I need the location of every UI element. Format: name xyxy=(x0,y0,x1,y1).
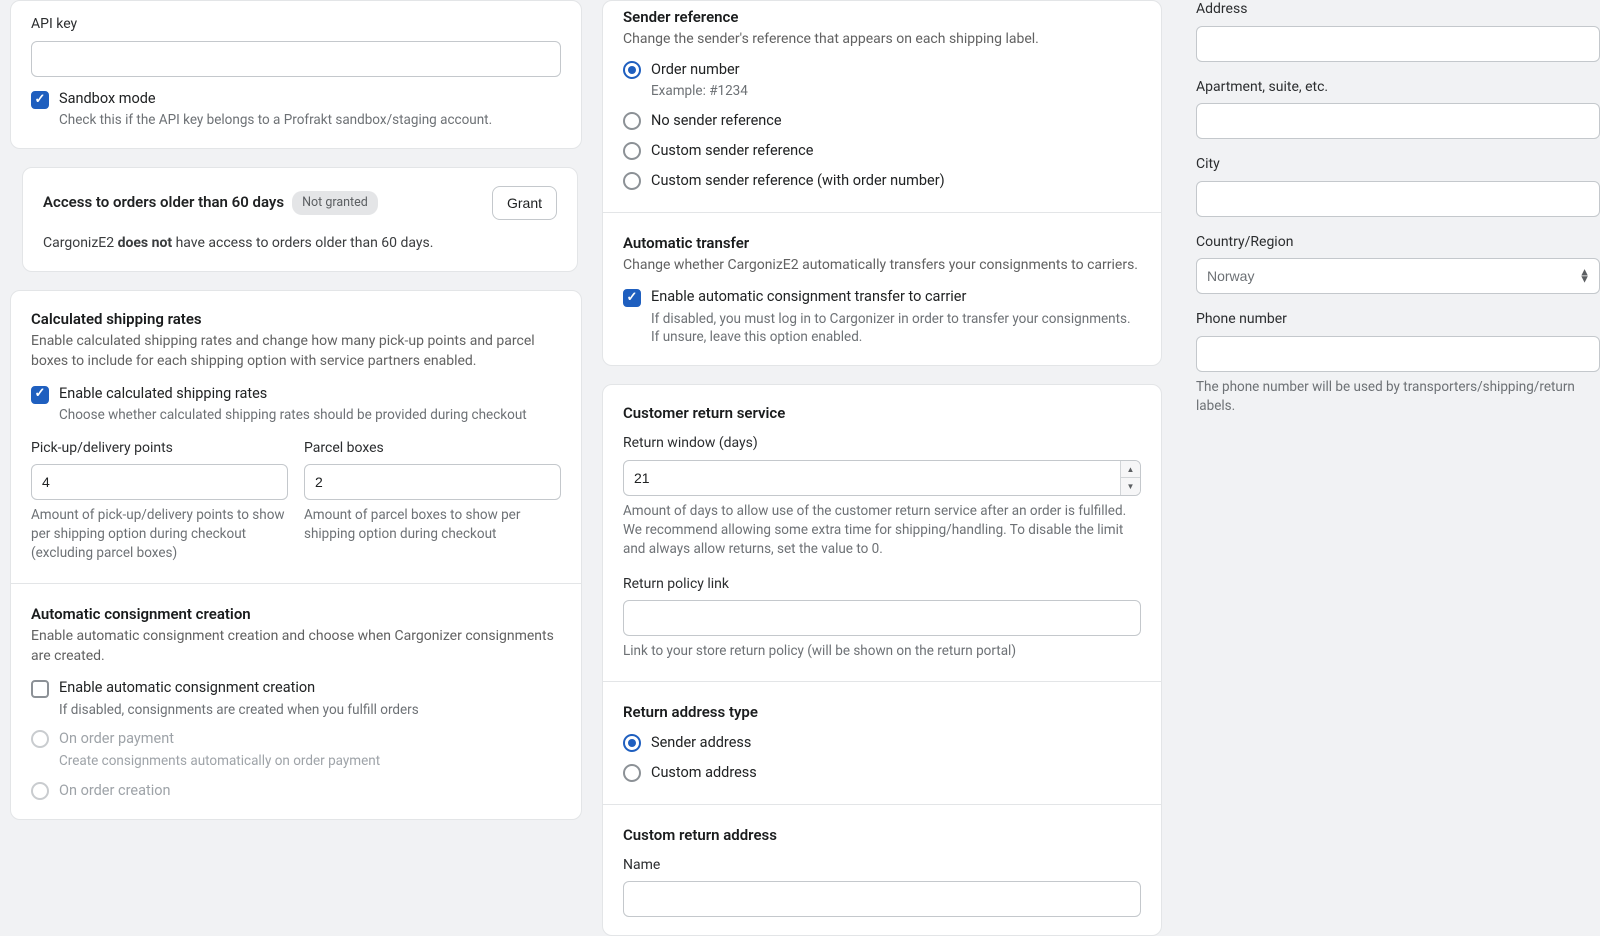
chevron-up-icon[interactable]: ▲ xyxy=(1121,461,1140,479)
auto-transfer-desc: Change whether CargonizE2 automatically … xyxy=(623,256,1141,276)
auto-consign-desc: Enable automatic consignment creation an… xyxy=(31,627,561,666)
sender-ref-card: Sender reference Change the sender's ref… xyxy=(602,0,1162,366)
return-addr-sender-radio[interactable] xyxy=(623,734,641,752)
on-order-creation-radio xyxy=(31,782,49,800)
sandbox-label: Sandbox mode xyxy=(59,89,561,109)
return-window-label: Return window (days) xyxy=(623,434,1141,454)
enable-auto-transfer-help: If disabled, you must log in to Cargoniz… xyxy=(651,310,1141,348)
sender-ref-order-radio[interactable] xyxy=(623,61,641,79)
grant-button[interactable]: Grant xyxy=(492,186,557,220)
api-key-card: API key Sandbox mode Check this if the A… xyxy=(10,0,582,149)
phone-label: Phone number xyxy=(1196,310,1600,330)
enable-auto-consign-label: Enable automatic consignment creation xyxy=(59,678,561,698)
return-service-title: Customer return service xyxy=(623,403,1141,424)
access-title-row: Access to orders older than 60 days Not … xyxy=(43,191,378,215)
parcel-boxes-label: Parcel boxes xyxy=(304,439,561,459)
sender-ref-title: Sender reference xyxy=(623,7,1141,28)
chevron-down-icon[interactable]: ▼ xyxy=(1121,478,1140,495)
parcel-boxes-help: Amount of parcel boxes to show per shipp… xyxy=(304,506,561,544)
custom-return-addr-title: Custom return address xyxy=(623,825,1141,846)
pickup-points-input[interactable] xyxy=(31,464,288,500)
phone-help: The phone number will be used by transpo… xyxy=(1196,378,1600,416)
access-text: CargonizE2 does not have access to order… xyxy=(43,234,557,254)
country-label: Country/Region xyxy=(1196,233,1600,253)
sandbox-checkbox[interactable] xyxy=(31,91,49,109)
api-key-label: API key xyxy=(31,15,561,35)
pickup-points-label: Pick-up/delivery points xyxy=(31,439,288,459)
auto-consign-title: Automatic consignment creation xyxy=(31,604,561,625)
parcel-boxes-input[interactable] xyxy=(304,464,561,500)
sender-ref-custom-label: Custom sender reference xyxy=(651,141,1141,161)
access-badge: Not granted xyxy=(292,191,378,215)
enable-auto-consign-help: If disabled, consignments are created wh… xyxy=(59,701,561,720)
sender-ref-order-help: Example: #1234 xyxy=(651,82,1141,101)
return-addr-type-title: Return address type xyxy=(623,702,1141,723)
rates-card: Calculated shipping rates Enable calcula… xyxy=(10,290,582,820)
return-policy-input[interactable] xyxy=(623,600,1141,636)
sender-ref-custom-order-label: Custom sender reference (with order numb… xyxy=(651,171,1141,191)
return-window-input[interactable] xyxy=(623,460,1141,496)
return-addr-sender-label: Sender address xyxy=(651,733,1141,753)
custom-return-name-input[interactable] xyxy=(623,881,1141,917)
return-window-help: Amount of days to allow use of the custo… xyxy=(623,502,1141,559)
calc-rates-desc: Enable calculated shipping rates and cha… xyxy=(31,332,561,371)
api-key-input[interactable] xyxy=(31,41,561,77)
calc-rates-title: Calculated shipping rates xyxy=(31,309,561,330)
sender-ref-desc: Change the sender's reference that appea… xyxy=(623,30,1141,50)
right-address-block: Address Apartment, suite, etc. City Coun… xyxy=(1196,0,1600,432)
address-input[interactable] xyxy=(1196,26,1600,62)
sender-ref-none-label: No sender reference xyxy=(651,111,1141,131)
return-service-card: Customer return service Return window (d… xyxy=(602,384,1162,936)
auto-transfer-title: Automatic transfer xyxy=(623,233,1141,254)
enable-calc-rates-label: Enable calculated shipping rates xyxy=(59,384,561,404)
on-order-payment-label: On order payment xyxy=(59,729,561,749)
enable-auto-transfer-label: Enable automatic consignment transfer to… xyxy=(651,287,1141,307)
access-card: Access to orders older than 60 days Not … xyxy=(22,167,578,273)
on-order-payment-radio xyxy=(31,730,49,748)
apartment-input[interactable] xyxy=(1196,103,1600,139)
return-window-stepper[interactable]: ▲ ▼ xyxy=(1120,461,1140,495)
on-order-payment-help: Create consignments automatically on ord… xyxy=(59,752,561,771)
sandbox-help: Check this if the API key belongs to a P… xyxy=(59,111,561,130)
enable-auto-transfer-checkbox[interactable] xyxy=(623,289,641,307)
return-policy-label: Return policy link xyxy=(623,575,1141,595)
on-order-creation-label: On order creation xyxy=(59,781,561,801)
country-select[interactable] xyxy=(1196,258,1600,294)
return-addr-custom-radio[interactable] xyxy=(623,764,641,782)
return-policy-help: Link to your store return policy (will b… xyxy=(623,642,1141,661)
apartment-label: Apartment, suite, etc. xyxy=(1196,78,1600,98)
custom-return-name-label: Name xyxy=(623,856,1141,876)
address-label: Address xyxy=(1196,0,1600,20)
pickup-points-help: Amount of pick-up/delivery points to sho… xyxy=(31,506,288,563)
sender-ref-custom-radio[interactable] xyxy=(623,142,641,160)
return-addr-custom-label: Custom address xyxy=(651,763,1141,783)
sender-ref-custom-order-radio[interactable] xyxy=(623,172,641,190)
city-label: City xyxy=(1196,155,1600,175)
city-input[interactable] xyxy=(1196,181,1600,217)
enable-calc-rates-checkbox[interactable] xyxy=(31,386,49,404)
sender-ref-none-radio[interactable] xyxy=(623,112,641,130)
enable-auto-consign-checkbox[interactable] xyxy=(31,680,49,698)
sender-ref-order-label: Order number xyxy=(651,60,1141,80)
enable-calc-rates-help: Choose whether calculated shipping rates… xyxy=(59,406,561,425)
access-title: Access to orders older than 60 days xyxy=(43,192,284,213)
phone-input[interactable] xyxy=(1196,336,1600,372)
